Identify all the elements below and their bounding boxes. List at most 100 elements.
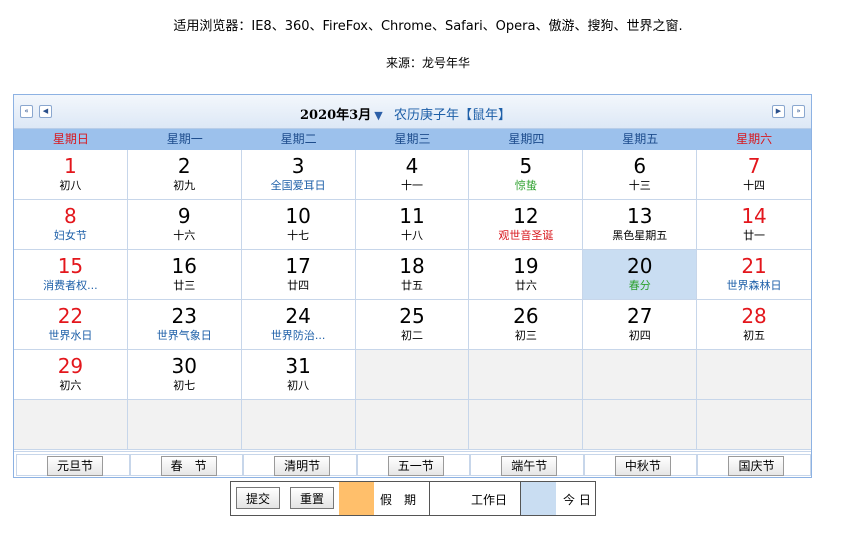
day-cell[interactable]: 31 初八 [241, 350, 356, 400]
holiday-button[interactable]: 元旦节 [47, 455, 103, 476]
day-subtext: 世界森林日 [726, 279, 782, 292]
day-cell[interactable]: 2 初九 [127, 150, 242, 200]
day-number: 29 [57, 354, 84, 378]
reset-button[interactable]: 重置 [290, 487, 334, 509]
empty-day-cell [697, 350, 811, 400]
today-swatch [521, 482, 556, 515]
empty-day-cell [355, 400, 470, 450]
prev-month-icon[interactable]: ◀ [39, 105, 52, 118]
submit-button[interactable]: 提交 [236, 487, 280, 509]
day-subtext: 世界防治... [270, 329, 326, 342]
empty-day-cell [583, 350, 698, 400]
day-number: 26 [513, 304, 539, 328]
day-subtext: 廿一 [743, 229, 766, 242]
day-number: 2 [177, 154, 191, 178]
day-subtext: 惊蛰 [514, 179, 537, 192]
day-subtext: 消费者权... [43, 279, 98, 292]
day-subtext: 十七 [287, 229, 310, 242]
day-cell[interactable]: 14 廿一 [697, 200, 811, 250]
day-number: 6 [633, 154, 647, 178]
next-month-icon[interactable]: ▶ [772, 105, 785, 118]
day-number: 20 [626, 254, 653, 278]
day-cell[interactable]: 5 惊蛰 [469, 150, 584, 200]
day-subtext: 十八 [400, 229, 423, 242]
holiday-cell: 中秋节 [583, 453, 698, 476]
day-cell[interactable]: 11 十八 [355, 200, 470, 250]
day-cell[interactable]: 21 世界森林日 [697, 250, 811, 300]
day-cell[interactable]: 22 世界水日 [14, 300, 128, 350]
holiday-cell: 国庆节 [697, 453, 812, 476]
holiday-cell: 五一节 [356, 453, 471, 476]
day-cell[interactable]: 27 初四 [583, 300, 698, 350]
day-subtext: 初三 [514, 329, 537, 342]
day-subtext: 世界气象日 [156, 329, 212, 342]
empty-day-cell [469, 350, 584, 400]
day-cell[interactable]: 26 初三 [469, 300, 584, 350]
dropdown-arrow-icon: ▼ [374, 109, 383, 122]
day-number: 4 [405, 154, 419, 178]
day-cell[interactable]: 6 十三 [583, 150, 698, 200]
holiday-button[interactable]: 清明节 [274, 455, 331, 476]
day-cell[interactable]: 9 十六 [127, 200, 242, 250]
day-cell[interactable]: 1 初八 [14, 150, 128, 200]
day-cell[interactable]: 3 全国爱耳日 [241, 150, 356, 200]
day-number: 12 [513, 204, 539, 228]
day-number: 17 [285, 254, 311, 278]
day-cell[interactable]: 18 廿五 [355, 250, 470, 300]
day-cell[interactable]: 15 消费者权... [14, 250, 128, 300]
day-cell[interactable]: 24 世界防治... [241, 300, 356, 350]
source-note: 来源：龙号年华 [385, 56, 470, 70]
holiday-cell: 元旦节 [16, 453, 130, 476]
day-subtext: 十四 [743, 179, 766, 192]
day-number: 8 [64, 204, 77, 228]
holiday-button[interactable]: 端午节 [501, 455, 558, 476]
day-cell[interactable]: 16 廿三 [127, 250, 242, 300]
empty-day-cell [697, 400, 811, 450]
day-cell[interactable]: 17 廿四 [241, 250, 356, 300]
day-cell[interactable]: 30 初七 [127, 350, 242, 400]
empty-day-cell [127, 400, 242, 450]
prev-year-icon[interactable]: « [20, 105, 33, 118]
holiday-swatch [339, 482, 374, 515]
day-subtext: 廿三 [173, 279, 196, 292]
day-subtext: 初五 [743, 329, 766, 342]
empty-day-cell [583, 400, 698, 450]
holiday-cell: 清明节 [243, 453, 357, 476]
day-cell[interactable]: 23 世界气象日 [127, 300, 242, 350]
day-subtext: 十三 [628, 179, 651, 192]
empty-day-cell [355, 350, 470, 400]
day-subtext: 初六 [59, 379, 82, 392]
day-subtext: 初九 [173, 179, 196, 192]
day-cell[interactable]: 8 妇女节 [14, 200, 128, 250]
day-cell[interactable]: 4 十一 [355, 150, 470, 200]
day-subtext: 廿六 [514, 279, 537, 292]
weekday-tuesday: 星期二 [280, 132, 317, 146]
holiday-button[interactable]: 中秋节 [614, 455, 671, 476]
today-legend-label: 今 日 [563, 493, 591, 507]
day-cell[interactable]: 25 初二 [355, 300, 470, 350]
day-cell[interactable]: 19 廿六 [469, 250, 584, 300]
day-cell[interactable]: 12 观世音圣诞 [469, 200, 584, 250]
holiday-button[interactable]: 国庆节 [728, 455, 785, 476]
day-subtext: 十六 [173, 229, 196, 242]
month-selector[interactable]: 2020年3月 ▼ [300, 104, 383, 123]
day-number: 30 [171, 354, 197, 378]
day-cell[interactable]: 29 初六 [14, 350, 128, 400]
day-number: 31 [285, 354, 311, 378]
next-year-icon[interactable]: » [792, 105, 805, 118]
holiday-button[interactable]: 春 节 [160, 455, 217, 476]
calendar-header: « ◀ 2020年3月 ▼ 农历庚子年【鼠年】 ▶ » [14, 95, 811, 129]
day-cell[interactable]: 28 初五 [697, 300, 811, 350]
day-cell[interactable]: 10 十七 [241, 200, 356, 250]
holiday-shortcut-bar: 元旦节 春 节 清明节 五一节 端午节 中秋节 国庆节 [14, 451, 812, 477]
day-cell[interactable]: 13 黑色星期五 [583, 200, 698, 250]
holiday-button[interactable]: 五一节 [387, 455, 444, 476]
empty-day-cell [469, 400, 584, 450]
empty-day-cell [14, 400, 128, 450]
day-cell[interactable]: 20 春分 [583, 250, 698, 300]
day-number: 23 [171, 304, 197, 328]
weekday-wednesday: 星期三 [394, 132, 431, 146]
day-cell[interactable]: 7 十四 [697, 150, 811, 200]
day-number: 22 [57, 304, 84, 328]
day-number: 14 [741, 204, 767, 228]
